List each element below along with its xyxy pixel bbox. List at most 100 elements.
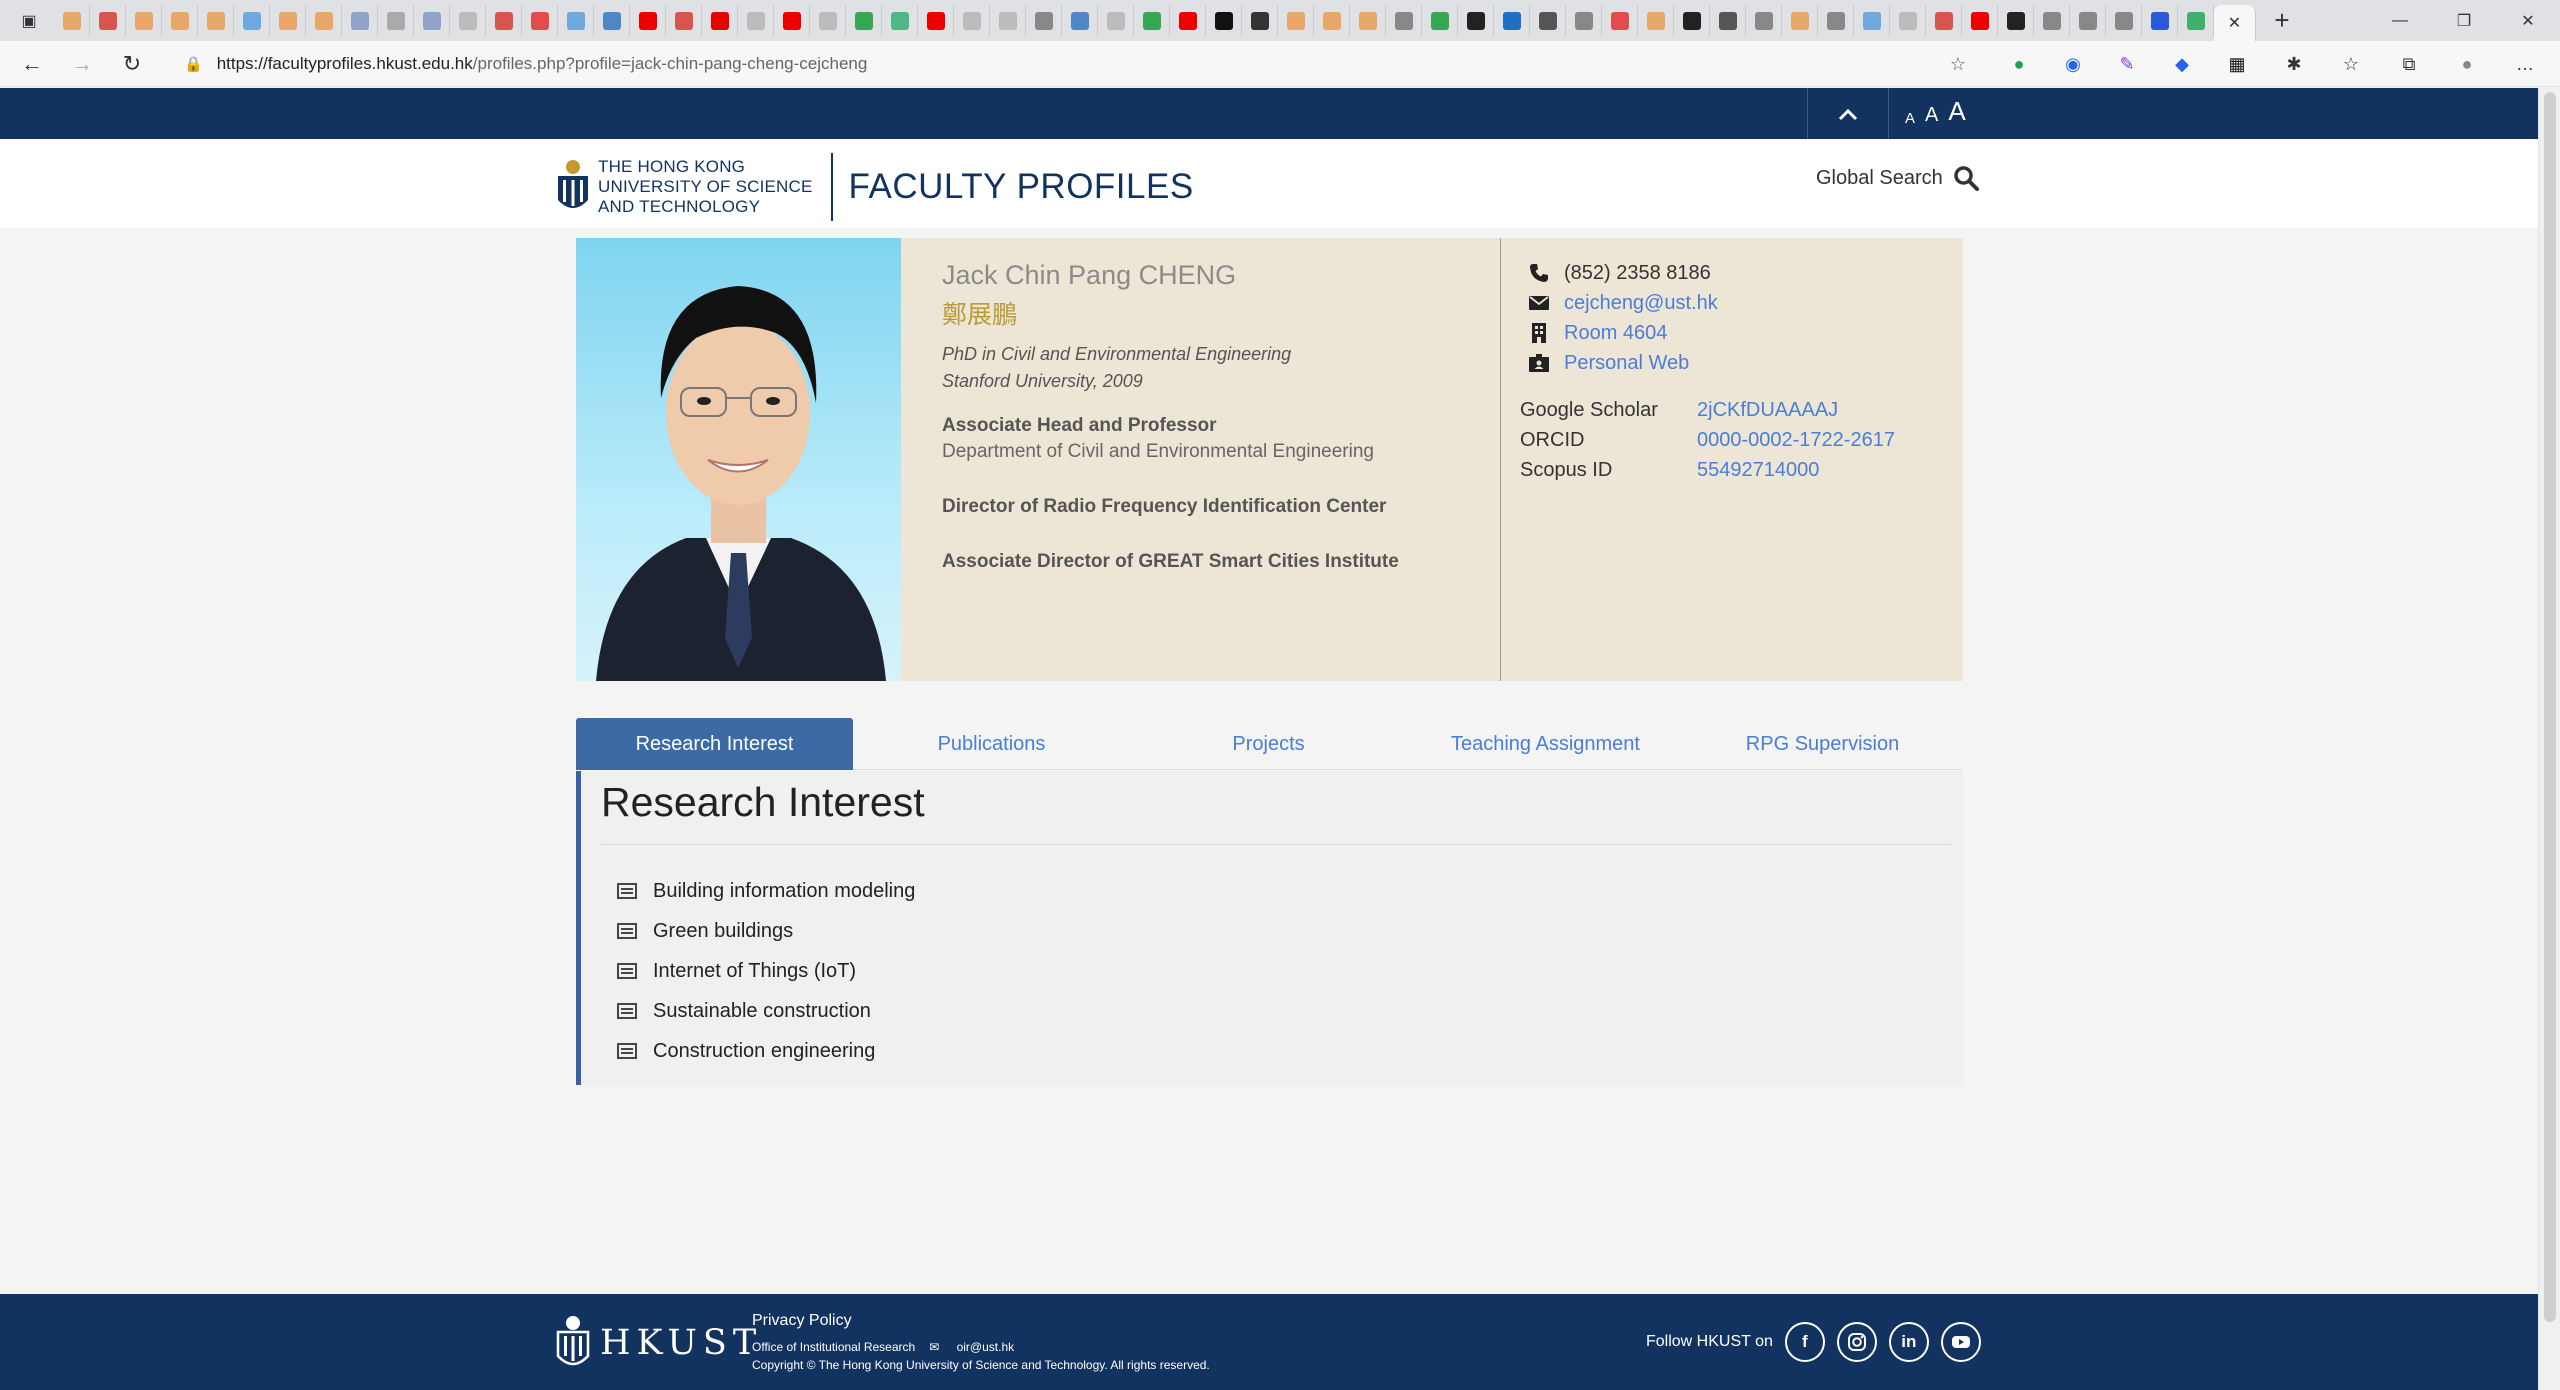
room-link[interactable]: Room 4604 [1564,322,1667,345]
restore-icon[interactable]: ❐ [2432,0,2496,41]
font-size-large-button[interactable]: A [1948,96,1965,127]
browser-tab[interactable] [486,4,522,37]
collapse-chevron-up-icon[interactable] [1807,88,1889,139]
font-size-small-button[interactable]: A [1905,110,1915,127]
browser-tab[interactable] [1494,4,1530,37]
new-tab-button[interactable]: + [2264,5,2300,36]
browser-tab[interactable] [666,4,702,37]
browser-tab[interactable] [1170,4,1206,37]
browser-tab[interactable] [522,4,558,37]
browser-tab[interactable] [1026,4,1062,37]
browser-tab[interactable] [1926,4,1962,37]
browser-tab[interactable] [918,4,954,37]
tab-publications[interactable]: Publications [853,718,1130,770]
browser-tab[interactable] [126,4,162,37]
browser-tab[interactable] [1134,4,1170,37]
tab-rpg-supervision[interactable]: RPG Supervision [1684,718,1961,770]
browser-tab[interactable] [1854,4,1890,37]
linkedin-icon[interactable]: in [1888,1322,1929,1362]
reload-icon[interactable]: ↻ [114,46,150,82]
browser-tab[interactable] [1386,4,1422,37]
browser-tab[interactable] [738,4,774,37]
font-size-medium-button[interactable]: A [1925,104,1938,127]
browser-tab[interactable] [2106,4,2142,37]
footer-hkust-logo[interactable]: HKUST [556,1314,762,1372]
browser-tab[interactable] [1962,4,1998,37]
instagram-icon[interactable] [1836,1322,1877,1362]
global-search-button[interactable]: Global Search [1816,165,1979,191]
email-link[interactable]: cejcheng@ust.hk [1564,292,1718,315]
pen-extension-icon[interactable]: ✎ [2110,47,2144,81]
browser-tab[interactable] [54,4,90,37]
browser-tab[interactable] [1458,4,1494,37]
facebook-icon[interactable]: f [1784,1322,1825,1362]
scopus-link[interactable]: 55492714000 [1697,459,1819,482]
browser-tab[interactable] [2070,4,2106,37]
browser-tab[interactable] [270,4,306,37]
personal-web-link[interactable]: Personal Web [1564,352,1689,375]
browser-tab[interactable] [702,4,738,37]
browser-tab[interactable] [1998,4,2034,37]
browser-tab[interactable] [1422,4,1458,37]
browser-tab[interactable] [882,4,918,37]
browser-tab[interactable] [954,4,990,37]
orcid-link[interactable]: 0000-0002-1722-2617 [1697,429,1895,452]
browser-tab[interactable] [2034,4,2070,37]
browser-tab[interactable] [1638,4,1674,37]
browser-tab[interactable] [198,4,234,37]
browser-tab[interactable] [1242,4,1278,37]
browser-tab[interactable] [306,4,342,37]
grammarly-extension-icon[interactable]: ● [2002,47,2036,81]
browser-tab[interactable] [810,4,846,37]
browser-tab[interactable] [1278,4,1314,37]
browser-tab[interactable] [1710,4,1746,37]
faculty-profiles-title[interactable]: FACULTY PROFILES [849,167,1194,207]
lock-icon[interactable]: 🔒 [184,55,203,73]
favorites-icon[interactable]: ☆ [2334,47,2368,81]
collections-icon[interactable]: ⧉ [2392,47,2426,81]
browser-tab[interactable] [1782,4,1818,37]
close-tab-icon[interactable]: ✕ [2228,13,2241,33]
diamond-extension-icon[interactable]: ◆ [2165,47,2199,81]
browser-tab[interactable] [990,4,1026,37]
back-icon[interactable]: ← [14,46,50,82]
browser-tab[interactable] [1314,4,1350,37]
qr-extension-icon[interactable]: ▦ [2220,47,2254,81]
url-text[interactable]: https://facultyprofiles.hkust.edu.hk/pro… [217,54,868,74]
browser-tab[interactable] [1350,4,1386,37]
browser-tab[interactable] [234,4,270,37]
browser-tab[interactable] [2178,4,2214,37]
browser-tab[interactable] [342,4,378,37]
browser-tab[interactable] [1674,4,1710,37]
settings-more-icon[interactable]: … [2508,47,2542,81]
tab-research-interest[interactable]: Research Interest [576,718,853,770]
browser-tab[interactable] [1890,4,1926,37]
hkust-logo-link[interactable]: THE HONG KONG UNIVERSITY OF SCIENCE AND … [556,153,1194,221]
address-bar[interactable]: 🔒 https://facultyprofiles.hkust.edu.hk/p… [184,46,1984,82]
browser-tab[interactable] [2142,4,2178,37]
minimize-icon[interactable]: — [2368,0,2432,41]
forward-icon[interactable]: → [64,46,100,82]
favorite-star-icon[interactable]: ☆ [1941,47,1975,81]
extensions-puzzle-icon[interactable]: ✱ [2277,47,2311,81]
browser-tab[interactable] [1746,4,1782,37]
browser-tab[interactable] [450,4,486,37]
tab-projects[interactable]: Projects [1130,718,1407,770]
browser-tab[interactable] [1062,4,1098,37]
browser-tab[interactable] [594,4,630,37]
browser-tab[interactable] [162,4,198,37]
page-scrollbar[interactable] [2538,88,2560,1390]
close-window-icon[interactable]: ✕ [2496,0,2560,41]
browser-tab[interactable] [1530,4,1566,37]
browser-tab[interactable] [1602,4,1638,37]
browser-tab[interactable] [1206,4,1242,37]
browser-tab[interactable] [846,4,882,37]
browser-tab[interactable] [378,4,414,37]
youtube-icon[interactable] [1940,1322,1981,1362]
browser-tab[interactable] [774,4,810,37]
profile-avatar-icon[interactable]: ● [2450,47,2484,81]
scrollbar-thumb[interactable] [2544,92,2556,1322]
browser-tab[interactable] [1818,4,1854,37]
privacy-policy-link[interactable]: Privacy Policy [752,1312,1210,1330]
footer-email[interactable]: ✉ oir@ust.hk [929,1340,1028,1354]
